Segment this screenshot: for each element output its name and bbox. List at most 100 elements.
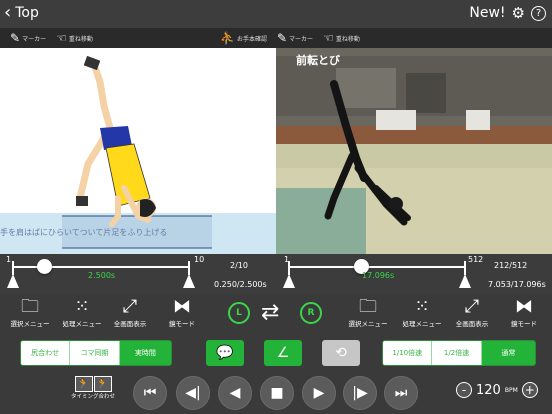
left-channel-button[interactable]: L	[228, 302, 250, 324]
stop-button[interactable]: ■	[260, 376, 294, 410]
bpm-value: 120	[476, 382, 501, 398]
left-trim-start-handle[interactable]	[7, 274, 19, 288]
timing-align-label: タイミング合わせ	[70, 394, 115, 400]
right-fullscreen-button[interactable]: ⤢ 全画面表示	[446, 296, 498, 328]
back-button[interactable]: ‹ Top	[4, 4, 39, 22]
sync-option-real-time[interactable]: 実時間	[119, 341, 171, 365]
mirror-icon: ⧓	[173, 296, 191, 317]
right-channel-button[interactable]: R	[300, 302, 322, 324]
select-menu-label: 選択メニュー	[348, 320, 388, 328]
grid-icon: ⁙	[74, 296, 90, 317]
bpm-unit: BPM	[504, 386, 518, 394]
bpm-plus-button[interactable]: +	[521, 382, 538, 398]
video-title: 前転とび	[296, 54, 340, 67]
right-current-time: 17.096s	[362, 271, 395, 280]
right-process-menu-button[interactable]: ⁙ 処理メニュー	[396, 296, 448, 328]
left-time-range: 0.250/2.500s	[214, 280, 267, 289]
person-icon: 🏃	[74, 376, 93, 392]
right-start-marker	[288, 261, 290, 275]
overlay-move-label: 重ね移動	[68, 35, 93, 43]
pencil-icon: ✎	[10, 31, 21, 45]
sync-option-end-align[interactable]: 尻合わせ	[21, 341, 71, 365]
right-overlay-move-tool[interactable]: ☜ 重ね移動	[323, 31, 360, 45]
right-video-view[interactable]: 前転とび	[276, 48, 552, 254]
folder-icon: 🗀	[21, 296, 39, 317]
play-button[interactable]: ▶	[302, 376, 336, 410]
cartwheel-illustration	[0, 55, 276, 254]
fullscreen-icon: ⤢	[464, 296, 480, 317]
marker-label: マーカー	[22, 35, 47, 43]
speed-option-half[interactable]: 1/2倍速	[432, 341, 482, 365]
fullscreen-label: 全画面表示	[113, 320, 147, 328]
transport-bar: 🏃 🏃 タイミング合わせ ⏮ ◀| ◀ ■ ▶ |▶ ⏭ - 120 BPM +	[0, 370, 552, 414]
step-forward-button[interactable]: |▶	[343, 376, 377, 410]
play-icon: ▶	[313, 385, 325, 401]
swap-icon[interactable]: ⇄	[261, 300, 279, 325]
left-start-marker	[12, 261, 14, 275]
back-label: Top	[15, 5, 39, 21]
model-check-tool[interactable]: ⛹ お手本確認	[220, 31, 267, 45]
right-timeline: 1 512 17.096s 212/512 7.053/17.096s	[276, 254, 552, 294]
angle-button[interactable]: ∠	[264, 340, 302, 366]
left-fullscreen-button[interactable]: ⤢ 全画面表示	[104, 296, 156, 328]
chevron-left-icon: ‹	[4, 2, 12, 23]
sync-mode-segment: 尻合わせ コマ同期 実時間	[20, 340, 172, 366]
help-icon[interactable]: ?	[531, 5, 546, 21]
timing-align-button[interactable]: 🏃 🏃 タイミング合わせ	[70, 376, 116, 400]
right-end-marker	[464, 261, 466, 275]
sync-option-frame-sync[interactable]: コマ同期	[70, 341, 120, 365]
speech-bubble-icon: 💬	[216, 345, 234, 361]
overlay-move-icon: ☜	[323, 31, 334, 45]
left-end-marker	[188, 261, 190, 275]
left-mirror-mode-button[interactable]: ⧓ 鏡モード	[156, 296, 208, 328]
person-icon: 🏃	[93, 376, 112, 392]
angle-icon: ∠	[276, 345, 290, 361]
mirror-mode-label: 鏡モード	[511, 320, 537, 328]
right-trim-start-handle[interactable]	[283, 274, 295, 288]
menu-row: 🗀 選択メニュー ⁙ 処理メニュー ⤢ 全画面表示 ⧓ 鏡モード L ⇄ R 🗀…	[0, 294, 552, 334]
person-check-icon: ⛹	[220, 31, 235, 45]
left-overlay-move-tool[interactable]: ☜ 重ね移動	[56, 31, 93, 45]
left-frame-count: 2/10	[230, 261, 248, 270]
speed-segment: 1/10倍速 1/2倍速 通常	[382, 340, 536, 366]
process-menu-label: 処理メニュー	[402, 320, 442, 328]
step-back-icon: ◀|	[185, 385, 201, 401]
loop-icon: ⟲	[335, 345, 347, 361]
options-row: 尻合わせ コマ同期 実時間 💬 ∠ ⟲ 1/10倍速 1/2倍速 通常	[0, 336, 552, 370]
skip-to-end-button[interactable]: ⏭	[384, 376, 418, 410]
left-start-frame: 1	[6, 255, 12, 264]
new-badge[interactable]: New!	[469, 5, 505, 21]
right-slider-track[interactable]	[288, 266, 466, 268]
right-trim-end-handle[interactable]	[459, 274, 471, 288]
loop-button[interactable]: ⟲	[322, 340, 360, 366]
speed-option-tenth[interactable]: 1/10倍速	[383, 341, 433, 365]
skip-start-icon: ⏮	[143, 385, 157, 401]
speed-option-normal[interactable]: 通常	[481, 341, 535, 365]
illustration-caption: 手を肩はばにひらいてついて片足をふり上げる	[0, 228, 168, 237]
gear-icon[interactable]: ⚙	[512, 4, 525, 22]
right-select-menu-button[interactable]: 🗀 選択メニュー	[342, 296, 394, 328]
process-menu-label: 処理メニュー	[62, 320, 102, 328]
left-process-menu-button[interactable]: ⁙ 処理メニュー	[56, 296, 108, 328]
left-select-menu-button[interactable]: 🗀 選択メニュー	[4, 296, 56, 328]
mirror-mode-label: 鏡モード	[169, 320, 195, 328]
play-reverse-icon: ◀	[229, 385, 241, 401]
play-reverse-button[interactable]: ◀	[218, 376, 252, 410]
skip-to-start-button[interactable]: ⏮	[133, 376, 167, 410]
step-back-button[interactable]: ◀|	[176, 376, 210, 410]
model-check-label: お手本確認	[236, 35, 267, 43]
left-slider-knob[interactable]	[37, 259, 53, 274]
top-nav-bar: ‹ Top New! ⚙ ?	[0, 0, 552, 28]
left-trim-end-handle[interactable]	[183, 274, 195, 288]
left-marker-tool[interactable]: ✎ マーカー	[10, 31, 46, 45]
right-marker-tool[interactable]: ✎ マーカー	[277, 31, 313, 45]
pencil-icon: ✎	[276, 31, 288, 45]
comment-button[interactable]: 💬	[206, 340, 244, 366]
left-video-view[interactable]: 手を肩はばにひらいてついて片足をふり上げる	[0, 48, 276, 254]
right-mirror-mode-button[interactable]: ⧓ 鏡モード	[498, 296, 550, 328]
stop-icon: ■	[270, 385, 284, 401]
bpm-minus-button[interactable]: -	[456, 382, 472, 398]
skip-end-icon: ⏭	[394, 385, 408, 401]
fullscreen-icon: ⤢	[122, 296, 138, 317]
gym-video-frame	[276, 48, 552, 254]
